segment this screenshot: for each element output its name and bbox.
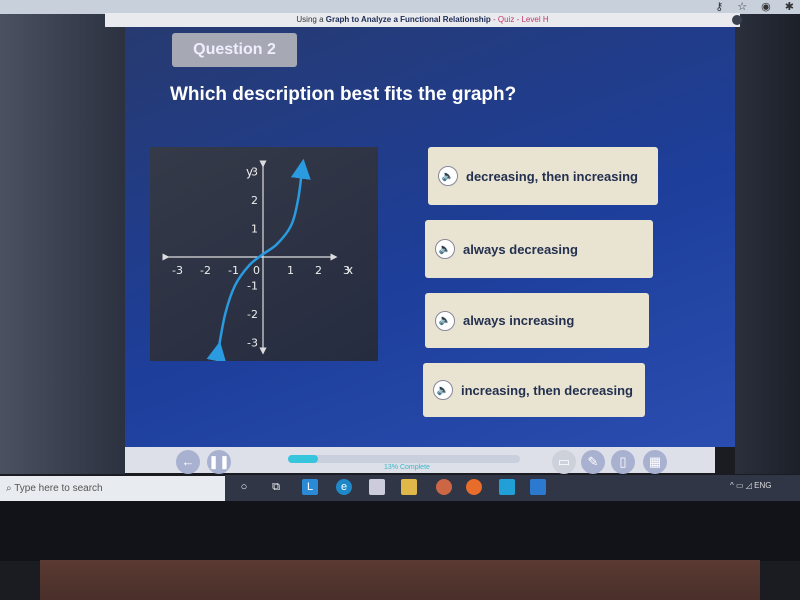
speaker-icon[interactable]: 🔈 [438, 166, 458, 186]
laptop-bezel [0, 501, 800, 561]
answer-label: increasing, then decreasing [461, 382, 633, 398]
key-icon[interactable]: ⚷ [715, 0, 723, 13]
star-icon[interactable]: ☆ [737, 0, 747, 13]
task-view-icon[interactable]: ⧉ [268, 479, 284, 495]
store-icon[interactable] [369, 479, 385, 495]
taskbar-search[interactable]: ⌕ Type here to search [0, 476, 225, 501]
search-placeholder: Type here to search [14, 483, 103, 494]
function-graph: x y -3 -2 -1 0 1 2 3 3 2 1 -1 -2 -3 [150, 147, 378, 363]
progress-bar [288, 455, 520, 463]
answer-label: always increasing [463, 313, 575, 328]
glossary-button[interactable]: ▭ [552, 450, 576, 474]
back-button[interactable]: ← [176, 450, 200, 474]
pencil-icon[interactable]: ✎ [581, 450, 605, 474]
background-left [0, 14, 125, 474]
speaker-icon[interactable]: 🔈 [435, 310, 455, 331]
quiz-title: Using a Graph to Analyze a Functional Re… [105, 13, 740, 27]
calculator-icon[interactable]: ▦ [643, 450, 667, 474]
language-indicator[interactable]: ENG [754, 481, 771, 490]
answer-label: always decreasing [463, 241, 578, 257]
firefox-icon[interactable] [466, 479, 482, 495]
y-tick-label: -2 [247, 308, 258, 321]
laptop-keyboard-area [40, 560, 760, 600]
title-prefix: Using a [296, 15, 326, 24]
launcher-l-icon[interactable]: L [302, 479, 318, 495]
title-suffix: - Quiz - Level H [490, 15, 549, 24]
y-tick-label: 2 [251, 194, 258, 207]
question-prompt: Which description best fits the graph? [170, 84, 517, 105]
question-label: Question 2 [172, 33, 297, 67]
photos-icon[interactable] [530, 479, 546, 495]
chrome-icon[interactable] [436, 479, 452, 495]
x-tick-label: 3 [343, 264, 350, 277]
browser-icons: ⚷ ☆ ◉ ✱ [715, 0, 794, 13]
y-tick-label: 1 [251, 223, 258, 236]
browser-toolbar [0, 0, 800, 14]
speaker-icon[interactable]: 🔈 [435, 239, 455, 259]
system-tray[interactable]: ^ ▭ ◿ ENG [730, 481, 771, 490]
answer-label: decreasing, then increasing [466, 168, 638, 184]
answer-option-3[interactable]: 🔈 always increasing [425, 293, 649, 348]
scrollbar-thumb[interactable] [732, 15, 742, 25]
x-tick-label: -2 [200, 264, 211, 277]
extensions-icon[interactable]: ✱ [785, 0, 794, 13]
progress-fill [288, 455, 319, 463]
answer-option-1[interactable]: 🔈 decreasing, then increasing [428, 147, 658, 205]
cortana-icon[interactable]: ○ [236, 479, 252, 495]
background-right [735, 14, 800, 474]
title-main: Graph to Analyze a Functional Relationsh… [325, 15, 491, 24]
file-explorer-icon[interactable] [401, 479, 417, 495]
graph-svg: x y -3 -2 -1 0 1 2 3321-1-2-3 [162, 158, 353, 363]
y-tick-label: -3 [247, 337, 258, 350]
profile-icon[interactable]: ◉ [761, 0, 771, 13]
x-tick-label: -3 [172, 264, 183, 277]
x-tick-label: -1 [228, 264, 239, 277]
app-icon[interactable] [499, 479, 515, 495]
y-tick-label: 3 [251, 166, 258, 179]
edge-icon[interactable]: e [336, 479, 352, 495]
x-tick-label: 0 [253, 264, 260, 277]
speaker-icon[interactable]: 🔈 [433, 380, 453, 400]
notepad-icon[interactable]: ▯ [611, 450, 635, 474]
function-curve [206, 158, 311, 363]
answer-option-4[interactable]: 🔈 increasing, then decreasing [423, 363, 645, 417]
answer-option-2[interactable]: 🔈 always decreasing [425, 220, 653, 278]
x-tick-label: 1 [287, 264, 294, 277]
x-tick-label: 2 [315, 264, 322, 277]
progress-text: 13% Complete [384, 464, 430, 471]
pause-button[interactable]: ❚❚ [207, 450, 231, 474]
y-tick-label: -1 [247, 280, 258, 293]
search-icon: ⌕ [6, 483, 15, 494]
